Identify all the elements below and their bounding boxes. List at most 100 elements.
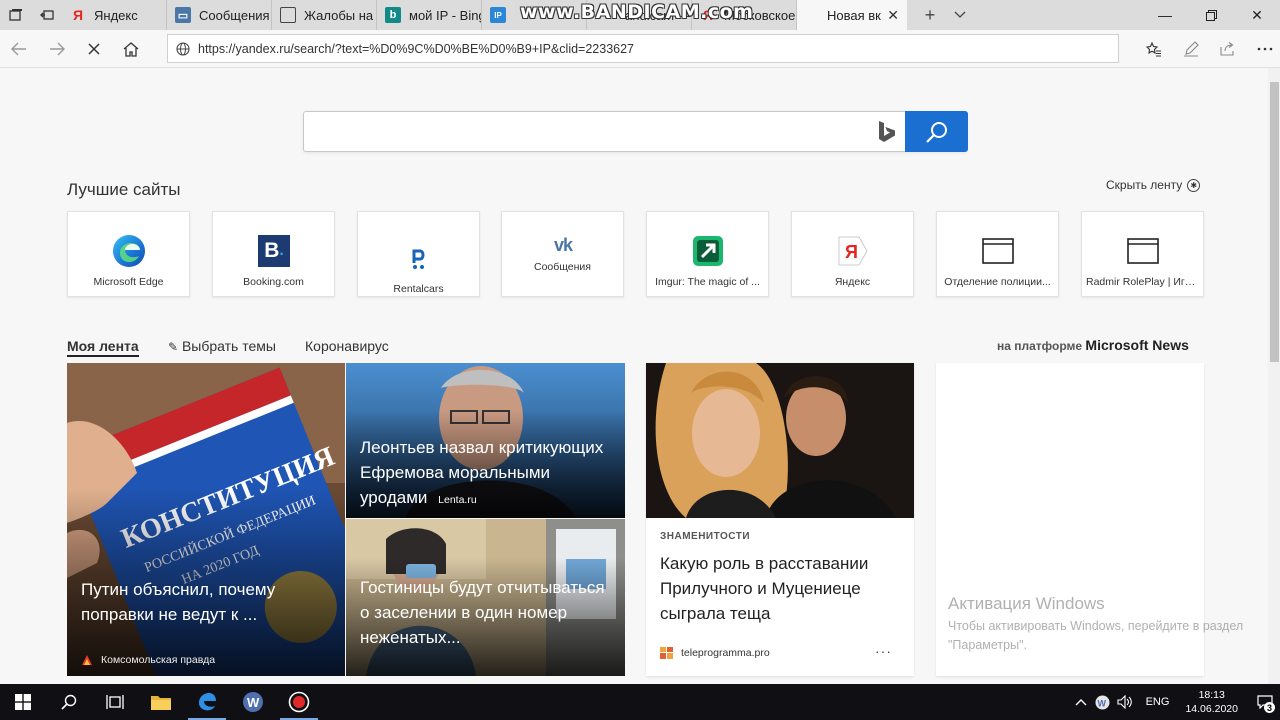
- top-site-police[interactable]: Отделение полиции...: [936, 211, 1059, 297]
- news-category: ЗНАМЕНИТОСТИ: [660, 531, 751, 542]
- tab-choose-topics[interactable]: ✎ Выбрать темы: [168, 338, 276, 354]
- news-headline: Путин объяснил, почему поправки не ведут…: [81, 580, 276, 624]
- minimize-icon[interactable]: —: [1142, 0, 1188, 30]
- more-options-icon[interactable]: [1250, 34, 1280, 64]
- action-center-icon[interactable]: 3: [1250, 684, 1280, 720]
- top-site-label: Microsoft Edge: [93, 276, 164, 288]
- top-site-imgur[interactable]: Imgur: The magic of ...: [646, 211, 769, 297]
- windows-activation-text: Чтобы активировать Windows, перейдите в …: [948, 619, 1244, 652]
- new-tab-icon[interactable]: +: [915, 0, 945, 30]
- top-site-booking[interactable]: B. Booking.com: [212, 211, 335, 297]
- top-site-label: Сообщения: [534, 261, 591, 273]
- system-tray: W ENG 18:13 14.06.2020 3: [1070, 684, 1280, 720]
- wps-tray-icon[interactable]: W: [1092, 684, 1114, 720]
- close-window-icon[interactable]: ✕: [1234, 0, 1280, 30]
- vk-icon: ▭: [175, 7, 191, 23]
- chevron-down-icon[interactable]: [945, 0, 975, 30]
- chevron-up-icon[interactable]: [1070, 684, 1092, 720]
- set-aside-tabs-icon[interactable]: [31, 0, 62, 30]
- notification-count-badge: 3: [1264, 702, 1275, 713]
- source-name: teleprogramma.pro: [681, 647, 770, 659]
- window-controls: — ✕: [1142, 0, 1280, 30]
- top-sites-title: Лучшие сайты: [67, 180, 181, 199]
- news-card-hotels[interactable]: Гостиницы будут отчитываться о заселении…: [346, 519, 625, 676]
- tab-messages[interactable]: ▭ Сообщения: [167, 0, 272, 30]
- svg-text:W: W: [247, 695, 260, 710]
- tab-bing[interactable]: b мой IP - Bing: [377, 0, 482, 30]
- top-site-label: Rentalcars: [393, 283, 444, 295]
- scrollbar-thumb[interactable]: [1270, 82, 1279, 362]
- edge-icon: [112, 234, 146, 268]
- tab-title: Жалобы на а: [304, 7, 376, 23]
- url-text[interactable]: https://yandex.ru/search/?text=%D0%9C%D0…: [198, 42, 634, 56]
- search-input[interactable]: [314, 118, 864, 145]
- volume-icon[interactable]: [1114, 684, 1136, 720]
- start-button[interactable]: [0, 684, 46, 720]
- news-headline: Леонтьев назвал критикующих Ефремова мор…: [360, 435, 611, 513]
- forward-icon[interactable]: [42, 34, 72, 64]
- bandicam-record-icon[interactable]: [276, 684, 322, 720]
- vertical-scrollbar[interactable]: [1268, 68, 1280, 684]
- share-icon[interactable]: [1213, 34, 1243, 64]
- home-icon[interactable]: [116, 34, 146, 64]
- back-icon[interactable]: [4, 34, 34, 64]
- tab-actions-icon[interactable]: [0, 0, 31, 30]
- svg-text:Я: Я: [845, 242, 858, 262]
- ip-icon: IP: [490, 7, 506, 23]
- tab-new[interactable]: Новая вк ✕: [797, 0, 907, 30]
- tab-title: мой IP - Bing: [409, 7, 481, 23]
- tab-yandex[interactable]: Я Яндекс: [62, 0, 167, 30]
- close-tab-icon[interactable]: ✕: [887, 7, 899, 24]
- news-source: Комсомольская правда: [81, 654, 215, 666]
- top-site-yandex[interactable]: Я Яндекс: [791, 211, 914, 297]
- news-card-leontiev[interactable]: Леонтьев назвал критикующих Ефремова мор…: [346, 363, 625, 518]
- microsoft-news-brand[interactable]: Microsoft News: [1085, 337, 1188, 353]
- top-site-edge[interactable]: Microsoft Edge: [67, 211, 190, 297]
- restore-icon[interactable]: [1188, 0, 1234, 30]
- hide-feed-button[interactable]: Скрыть ленту ✱: [1106, 178, 1201, 192]
- tab-title: Сообщения: [199, 7, 270, 23]
- teleprogramma-logo-icon: [660, 647, 673, 659]
- news-card-celebrities[interactable]: ЗНАМЕНИТОСТИ Какую роль в расставании Пр…: [646, 363, 914, 676]
- bing-icon: b: [385, 7, 401, 23]
- news-headline: Гостиницы будут отчитываться о заселении…: [360, 578, 605, 647]
- search-icon: [925, 121, 947, 143]
- search-button[interactable]: [905, 111, 968, 152]
- clock[interactable]: 18:13 14.06.2020: [1185, 688, 1238, 716]
- yandex-icon: Я: [836, 234, 870, 268]
- wps-icon[interactable]: W: [230, 684, 276, 720]
- headline-text: Леонтьев назвал критикующих Ефремова мор…: [360, 438, 604, 507]
- page-icon: [280, 7, 296, 23]
- top-site-rentalcars[interactable]: Rentalcars: [357, 211, 480, 297]
- kp-logo-icon: [82, 655, 92, 665]
- window-icon: [1126, 234, 1160, 268]
- edge-taskbar-icon[interactable]: [184, 684, 230, 720]
- news-headline: Какую роль в расставании Прилучного и Му…: [660, 554, 869, 623]
- tab-my-feed[interactable]: Моя лента: [67, 338, 139, 357]
- windows-logo-icon: [15, 694, 31, 710]
- file-explorer-icon[interactable]: [138, 684, 184, 720]
- platform-prefix: на платформе: [997, 339, 1083, 353]
- news-source: teleprogramma.pro: [660, 647, 770, 659]
- top-site-vk[interactable]: vk Сообщения: [501, 211, 624, 297]
- top-site-radmir[interactable]: Radmir RolePlay | Игр...: [1081, 211, 1204, 297]
- tab-complaints[interactable]: Жалобы на а: [272, 0, 377, 30]
- tab-title: Новая вк: [827, 7, 881, 23]
- stop-loading-icon[interactable]: [79, 34, 109, 64]
- hide-feed-label: Скрыть ленту: [1106, 178, 1183, 192]
- task-view-icon[interactable]: [92, 684, 138, 720]
- gear-icon: ✱: [1187, 178, 1201, 192]
- pencil-icon: ✎: [168, 340, 179, 354]
- clock-date: 14.06.2020: [1185, 703, 1238, 715]
- pen-icon[interactable]: [1176, 34, 1206, 64]
- search-box: [303, 111, 968, 152]
- more-options-icon[interactable]: ···: [875, 643, 892, 659]
- tab-coronavirus[interactable]: Коронавирус: [305, 338, 389, 354]
- bing-logo-icon: [879, 121, 895, 142]
- language-indicator[interactable]: ENG: [1146, 696, 1170, 708]
- address-bar[interactable]: https://yandex.ru/search/?text=%D0%9C%D0…: [167, 34, 1119, 63]
- svg-text:W: W: [1098, 698, 1107, 708]
- taskbar-search-icon[interactable]: [46, 684, 92, 720]
- news-card-putin[interactable]: КОНСТИТУЦИЯ РОССИЙСКОЙ ФЕДЕРАЦИИ НА 2020…: [67, 363, 345, 676]
- favorites-icon[interactable]: [1139, 34, 1169, 64]
